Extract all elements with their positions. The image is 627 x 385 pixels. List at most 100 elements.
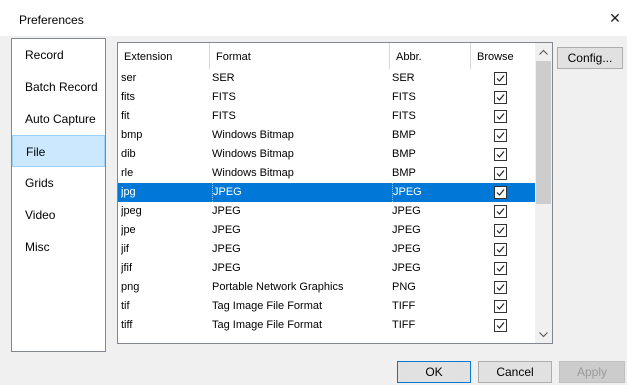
table-row[interactable]: jif JPEG JPEG	[118, 240, 535, 259]
nav-item-auto-capture[interactable]: Auto Capture	[12, 103, 105, 135]
cell-browse	[484, 278, 516, 297]
cell-abbr: FITS	[392, 110, 416, 122]
cell-abbr: TIFF	[392, 300, 416, 312]
cell-browse	[484, 126, 516, 145]
cell-browse	[484, 259, 516, 278]
cell-abbr: JPEG	[392, 183, 469, 202]
checkmark-icon	[496, 75, 504, 82]
category-list[interactable]: Record Batch Record Auto Capture File Grids V…	[11, 38, 106, 352]
ok-button[interactable]: OK	[397, 361, 471, 383]
table-row[interactable]: jfif JPEG JPEG	[118, 259, 535, 278]
cell-browse	[484, 316, 516, 335]
checkmark-icon	[496, 303, 504, 310]
cell-abbr: BMP	[392, 148, 416, 160]
cell-format: JPEG	[212, 205, 241, 217]
file-format-table[interactable]: Extension Format Abbr. Browse ser SER SER f…	[117, 42, 553, 344]
browse-checkbox[interactable]	[493, 129, 507, 142]
cell-extension: jfif	[121, 262, 132, 274]
table-row[interactable]: jpeg JPEG JPEG	[118, 202, 535, 221]
cell-browse	[484, 240, 516, 259]
checkmark-icon	[496, 284, 504, 291]
table-row[interactable]: jpg JPEG JPEG	[118, 183, 535, 202]
nav-item-file[interactable]: File	[12, 135, 105, 167]
nav-item-record[interactable]: Record	[12, 39, 105, 71]
chevron-up-icon[interactable]	[535, 43, 552, 60]
table-row[interactable]: fits FITS FITS	[118, 88, 535, 107]
table-header: Extension Format Abbr. Browse	[118, 43, 535, 69]
browse-checkbox[interactable]	[493, 243, 507, 256]
cell-abbr: FITS	[392, 91, 416, 103]
cell-browse	[484, 164, 516, 183]
checkmark-icon	[496, 113, 504, 120]
scrollbar-thumb[interactable]	[536, 61, 551, 204]
cell-extension: jif	[121, 243, 129, 255]
browse-checkbox[interactable]	[493, 110, 507, 123]
browse-checkbox[interactable]	[493, 205, 507, 218]
browse-checkbox[interactable]	[493, 72, 507, 85]
cell-browse	[484, 88, 516, 107]
cell-format: FITS	[212, 110, 236, 122]
browse-checkbox[interactable]	[493, 281, 507, 294]
cancel-button[interactable]: Cancel	[478, 361, 552, 383]
cell-abbr: JPEG	[392, 243, 421, 255]
cell-browse	[484, 221, 516, 240]
nav-item-batch-record[interactable]: Batch Record	[12, 71, 105, 103]
cell-extension: rle	[121, 167, 134, 179]
browse-checkbox[interactable]	[493, 148, 507, 161]
cell-format: JPEG	[212, 183, 388, 202]
cell-abbr: TIFF	[392, 319, 416, 331]
table-row[interactable]: ser SER SER	[118, 69, 535, 88]
cell-format: SER	[212, 72, 235, 84]
table-row[interactable]: png Portable Network Graphics PNG	[118, 278, 535, 297]
table-row[interactable]: jpe JPEG JPEG	[118, 221, 535, 240]
cell-extension: dib	[121, 148, 136, 160]
checkmark-icon	[496, 246, 504, 253]
browse-checkbox[interactable]	[493, 186, 507, 199]
browse-checkbox[interactable]	[493, 319, 507, 332]
table-row[interactable]: fit FITS FITS	[118, 107, 535, 126]
column-header-format[interactable]: Format	[209, 43, 389, 69]
column-header-extension[interactable]: Extension	[118, 43, 209, 69]
checkmark-icon	[496, 208, 504, 215]
cell-format: Tag Image File Format	[212, 319, 323, 331]
nav-item-video[interactable]: Video	[12, 199, 105, 231]
cell-abbr: PNG	[392, 281, 416, 293]
table-row[interactable]: tif Tag Image File Format TIFF	[118, 297, 535, 316]
cell-extension: png	[121, 281, 140, 293]
table-row[interactable]: dib Windows Bitmap BMP	[118, 145, 535, 164]
table-row[interactable]: rle Windows Bitmap BMP	[118, 164, 535, 183]
browse-checkbox[interactable]	[493, 91, 507, 104]
column-header-browse[interactable]: Browse	[470, 43, 535, 69]
cell-abbr: JPEG	[392, 224, 421, 236]
browse-checkbox[interactable]	[493, 300, 507, 313]
browse-checkbox[interactable]	[493, 224, 507, 237]
cell-format: Windows Bitmap	[212, 148, 294, 160]
nav-item-grids[interactable]: Grids	[12, 167, 105, 199]
cell-extension: jpe	[121, 224, 136, 236]
table-row[interactable]: bmp Windows Bitmap BMP	[118, 126, 535, 145]
cell-format: Windows Bitmap	[212, 129, 294, 141]
window-title: Preferences	[19, 13, 84, 27]
cell-extension: fits	[121, 91, 136, 103]
cell-format: Portable Network Graphics	[212, 281, 344, 293]
cell-format: JPEG	[212, 224, 241, 236]
cell-abbr: SER	[392, 72, 415, 84]
cell-format: JPEG	[212, 262, 241, 274]
cell-format: Tag Image File Format	[212, 300, 323, 312]
cell-extension: bmp	[121, 129, 143, 141]
cell-abbr: BMP	[392, 167, 416, 179]
cell-format: FITS	[212, 91, 236, 103]
cell-browse	[484, 107, 516, 126]
table-row[interactable]: tiff Tag Image File Format TIFF	[118, 316, 535, 335]
close-icon[interactable]: ✕	[605, 8, 625, 28]
chevron-down-icon[interactable]	[535, 326, 552, 343]
nav-item-misc[interactable]: Misc	[12, 231, 105, 263]
browse-checkbox[interactable]	[493, 167, 507, 180]
column-header-abbr[interactable]: Abbr.	[389, 43, 470, 69]
cell-abbr: JPEG	[392, 262, 421, 274]
checkmark-icon	[496, 151, 504, 158]
browse-checkbox[interactable]	[493, 262, 507, 275]
cell-browse	[484, 297, 516, 316]
vertical-scrollbar[interactable]	[535, 43, 552, 343]
config-button[interactable]: Config...	[557, 47, 623, 69]
